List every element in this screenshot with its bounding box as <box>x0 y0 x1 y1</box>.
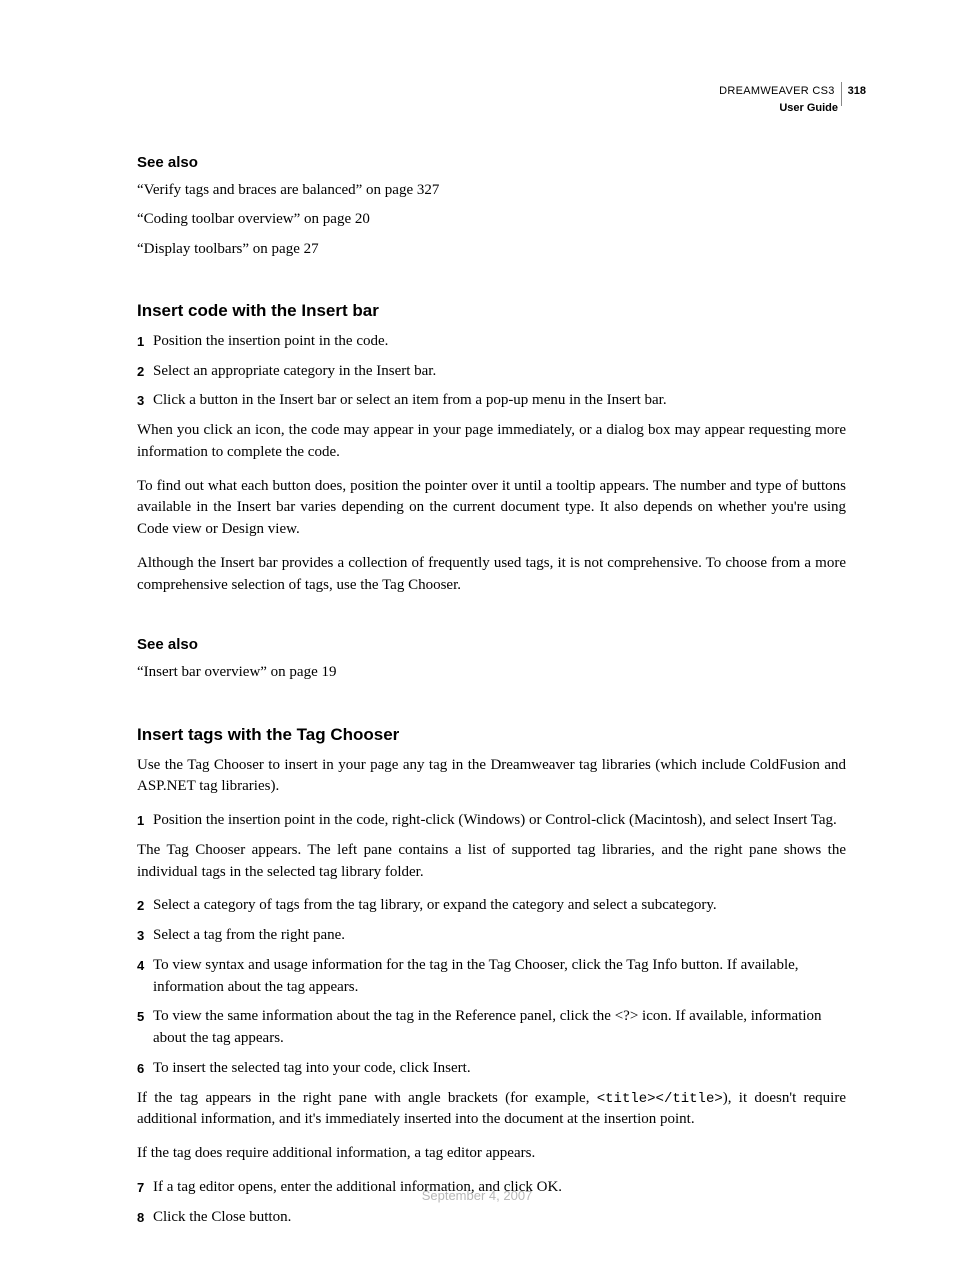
step-text: To view syntax and usage information for… <box>153 955 846 999</box>
paragraph: The Tag Chooser appears. The left pane c… <box>137 840 846 884</box>
paragraph: Use the Tag Chooser to insert in your pa… <box>137 755 846 799</box>
step-number: 1 <box>137 331 153 353</box>
step-text: Select a category of tags from the tag l… <box>153 895 846 917</box>
paragraph: If the tag does require additional infor… <box>137 1143 846 1165</box>
step-item: 2Select a category of tags from the tag … <box>137 895 846 917</box>
step-item: 1Position the insertion point in the cod… <box>137 331 846 353</box>
step-number: 8 <box>137 1207 153 1229</box>
paragraph: When you click an icon, the code may app… <box>137 420 846 464</box>
step-text: Position the insertion point in the code… <box>153 810 846 832</box>
see-also-block-2: See also “Insert bar overview” on page 1… <box>137 636 846 684</box>
step-item: 8Click the Close button. <box>137 1207 846 1229</box>
header-page-number: 318 <box>848 84 866 98</box>
step-item: 3Click a button in the Insert bar or sel… <box>137 390 846 412</box>
heading-tag-chooser: Insert tags with the Tag Chooser <box>137 725 846 745</box>
step-text: Select an appropriate category in the In… <box>153 361 846 383</box>
see-also-link[interactable]: “Insert bar overview” on page 19 <box>137 661 846 684</box>
page-header: DREAMWEAVER CS3 318 User Guide <box>719 82 866 115</box>
see-also-link[interactable]: “Coding toolbar overview” on page 20 <box>137 208 846 231</box>
step-item: 5To view the same information about the … <box>137 1006 846 1050</box>
step-number: 2 <box>137 895 153 917</box>
footer-date: September 4, 2007 <box>0 1188 954 1203</box>
step-item: 4To view syntax and usage information fo… <box>137 955 846 999</box>
step-item: 6To insert the selected tag into your co… <box>137 1058 846 1080</box>
heading-insert-bar: Insert code with the Insert bar <box>137 301 846 321</box>
step-number: 6 <box>137 1058 153 1080</box>
step-text: Click the Close button. <box>153 1207 846 1229</box>
step-number: 5 <box>137 1006 153 1050</box>
inline-code: <title></title> <box>597 1091 723 1107</box>
step-text: Click a button in the Insert bar or sele… <box>153 390 846 412</box>
step-number: 3 <box>137 390 153 412</box>
step-number: 2 <box>137 361 153 383</box>
step-number: 3 <box>137 925 153 947</box>
see-also-link[interactable]: “Verify tags and braces are balanced” on… <box>137 179 846 202</box>
step-text: Select a tag from the right pane. <box>153 925 846 947</box>
paragraph: To find out what each button does, posit… <box>137 476 846 541</box>
step-number: 4 <box>137 955 153 999</box>
header-product: DREAMWEAVER CS3 <box>719 84 835 98</box>
step-item: 1Position the insertion point in the cod… <box>137 810 846 832</box>
step-text: Position the insertion point in the code… <box>153 331 846 353</box>
see-also-title: See also <box>137 154 846 171</box>
see-also-link[interactable]: “Display toolbars” on page 27 <box>137 238 846 261</box>
step-text: To insert the selected tag into your cod… <box>153 1058 846 1080</box>
header-subtitle: User Guide <box>719 101 866 115</box>
paragraph: Although the Insert bar provides a colle… <box>137 553 846 597</box>
see-also-block-1: See also “Verify tags and braces are bal… <box>137 154 846 261</box>
header-divider <box>841 82 842 106</box>
step-item: 2Select an appropriate category in the I… <box>137 361 846 383</box>
step-number: 1 <box>137 810 153 832</box>
step-text: To view the same information about the t… <box>153 1006 846 1050</box>
para-fragment: If the tag appears in the right pane wit… <box>137 1090 597 1106</box>
paragraph: If the tag appears in the right pane wit… <box>137 1088 846 1132</box>
see-also-title: See also <box>137 636 846 653</box>
step-item: 3Select a tag from the right pane. <box>137 925 846 947</box>
